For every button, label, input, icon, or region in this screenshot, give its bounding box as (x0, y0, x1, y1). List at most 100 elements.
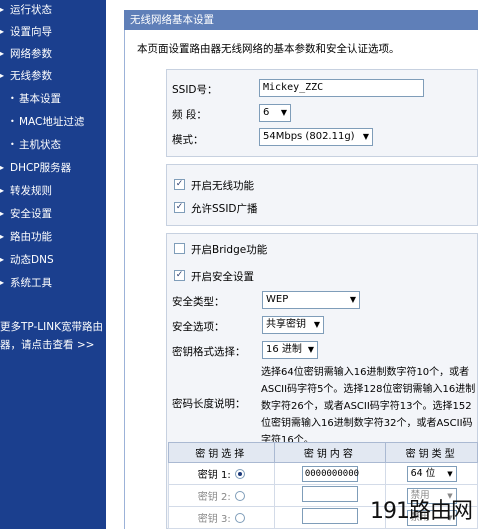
arrow-right-icon: ▸ (0, 232, 5, 241)
ssid-label: SSID号： (172, 84, 218, 96)
key-type-cell: 64 位 ▼ (385, 462, 478, 485)
key-label: 密钥 3: (197, 514, 231, 525)
channel-select[interactable]: 6 ▼ (259, 104, 291, 122)
more-products-line1: 更多TP-LINK宽带路由 (0, 321, 103, 333)
chevron-down-icon: ▼ (349, 295, 356, 304)
key-1-radio[interactable] (234, 469, 245, 479)
sidebar: ▸ 运行状态 ▸ 设置向导 ▸ 网络参数 ▸ 无线参数 • 基本设置 • MAC地址过滤 •… (0, 0, 106, 529)
key-label: 密钥 2: (197, 492, 231, 503)
sidebar-item-basic-settings[interactable]: • 基本设置 (10, 90, 61, 108)
more-products-line2: 器，请点击查看 >> (0, 339, 95, 351)
key-length-label: 密码长度说明： (172, 398, 246, 410)
key-select-cell: 密钥 2: (168, 484, 275, 507)
sidebar-item-label: 运行状态 (10, 4, 52, 16)
bridge-checkbox[interactable] (174, 243, 185, 254)
sidebar-item-label: 设置向导 (10, 26, 52, 38)
enable-security-checkbox[interactable]: ✓ (174, 270, 185, 281)
channel-label: 频 段： (172, 109, 207, 121)
key-label: 密钥 1: (197, 470, 231, 481)
sidebar-item-forwarding[interactable]: ▸ 转发规则 (0, 182, 52, 200)
key-format-label: 密钥格式选择： (172, 346, 246, 358)
sidebar-item-label: 主机状态 (19, 139, 61, 151)
key-1-type-select[interactable]: 64 位 ▼ (406, 465, 457, 482)
chevron-down-icon: ▼ (313, 320, 320, 329)
mode-value: 54Mbps (802.11g) (263, 131, 355, 142)
ssid-input[interactable]: Mickey_ZZC (259, 79, 424, 97)
page-intro: 本页面设置路由器无线网络的基本参数和安全认证选项。 (137, 43, 400, 55)
arrow-right-icon: ▸ (0, 71, 5, 80)
bullet-icon: • (10, 117, 15, 126)
sidebar-item-security[interactable]: ▸ 安全设置 (0, 205, 52, 223)
chevron-down-icon: ▼ (280, 108, 287, 117)
arrow-right-icon: ▸ (0, 255, 5, 264)
key-2-radio[interactable] (234, 491, 245, 501)
sidebar-item-label: 转发规则 (10, 185, 52, 197)
bridge-label: 开启Bridge功能 (191, 244, 268, 256)
security-type-label: 安全类型： (172, 296, 225, 308)
watermark: 191路由网 (370, 499, 473, 524)
sidebar-item-label: DHCP服务器 (10, 162, 72, 174)
key-3-input[interactable] (301, 508, 358, 524)
key-format-value: 16 进制 (266, 344, 302, 355)
sidebar-item-network[interactable]: ▸ 网络参数 (0, 45, 52, 63)
chevron-down-icon: ▼ (307, 345, 314, 354)
sidebar-item-label: 无线参数 (10, 70, 52, 82)
key-select-cell: 密钥 3: (168, 506, 275, 529)
sidebar-item-label: 路由功能 (10, 231, 52, 243)
sidebar-item-label: 基本设置 (19, 93, 61, 105)
key-content-cell: 0000000000 (273, 462, 387, 485)
key-select-cell: 密钥 1: (168, 462, 275, 485)
enable-wireless-checkbox[interactable]: ✓ (174, 179, 185, 190)
more-products-link[interactable]: 更多TP-LINK宽带路由 器，请点击查看 >> (0, 318, 104, 354)
sidebar-item-routing[interactable]: ▸ 路由功能 (0, 228, 52, 246)
mode-select[interactable]: 54Mbps (802.11g) ▼ (259, 128, 373, 146)
enable-wireless-label: 开启无线功能 (191, 180, 254, 192)
arrow-right-icon: ▸ (0, 163, 5, 172)
chevron-down-icon: ▼ (447, 469, 453, 478)
bullet-icon: • (10, 140, 15, 149)
key-content-cell (273, 506, 387, 529)
keys-header-select: 密钥选择 (168, 442, 275, 463)
mode-label: 模式： (172, 134, 204, 146)
table-row: 密钥 1: 0000000000 64 位 ▼ (168, 462, 478, 485)
key-1-input[interactable]: 0000000000 (301, 465, 359, 482)
sidebar-item-label: MAC地址过滤 (19, 116, 85, 128)
ssid-broadcast-checkbox[interactable]: ✓ (174, 202, 185, 213)
sidebar-item-system-tools[interactable]: ▸ 系统工具 (0, 274, 52, 292)
arrow-right-icon: ▸ (0, 186, 5, 195)
arrow-right-icon: ▸ (0, 27, 5, 36)
key-2-input[interactable] (301, 486, 358, 502)
sidebar-item-wireless[interactable]: ▸ 无线参数 (0, 67, 52, 85)
arrow-right-icon: ▸ (0, 49, 5, 58)
wireless-toggle-box (166, 164, 478, 226)
security-option-label: 安全选项： (172, 321, 225, 333)
page-title: 无线网络基本设置 (124, 10, 478, 30)
arrow-right-icon: ▸ (0, 5, 5, 14)
key-type-value: 64 位 (410, 467, 436, 479)
sidebar-item-mac-filter[interactable]: • MAC地址过滤 (10, 113, 84, 131)
chevron-down-icon: ▼ (362, 132, 369, 141)
security-option-value: 共享密钥 (266, 319, 306, 330)
sidebar-item-wizard[interactable]: ▸ 设置向导 (0, 23, 52, 41)
enable-security-label: 开启安全设置 (191, 271, 254, 283)
arrow-right-icon: ▸ (0, 278, 5, 287)
sidebar-item-label: 动态DNS (10, 254, 54, 266)
sidebar-item-label: 网络参数 (10, 48, 52, 60)
key-3-radio[interactable] (234, 513, 245, 523)
key-format-select[interactable]: 16 进制 ▼ (262, 341, 318, 359)
sidebar-item-label: 系统工具 (10, 277, 52, 289)
bullet-icon: • (10, 94, 15, 103)
key-content-cell (273, 484, 387, 507)
ssid-broadcast-label: 允许SSID广播 (191, 203, 258, 215)
sidebar-item-label: 安全设置 (10, 208, 52, 220)
sidebar-item-status[interactable]: ▸ 运行状态 (0, 1, 52, 19)
security-option-select[interactable]: 共享密钥 ▼ (262, 316, 324, 334)
key-length-note: 选择64位密钥需输入16进制数字符10个，或者ASCII码字符5个。选择128位… (261, 367, 476, 446)
security-type-select[interactable]: WEP ▼ (262, 291, 360, 309)
sidebar-item-dhcp[interactable]: ▸ DHCP服务器 (0, 159, 71, 177)
channel-value: 6 (263, 107, 270, 118)
arrow-right-icon: ▸ (0, 209, 5, 218)
sidebar-item-ddns[interactable]: ▸ 动态DNS (0, 251, 54, 269)
keys-header-content: 密钥内容 (273, 442, 387, 463)
sidebar-item-host-status[interactable]: • 主机状态 (10, 136, 61, 154)
